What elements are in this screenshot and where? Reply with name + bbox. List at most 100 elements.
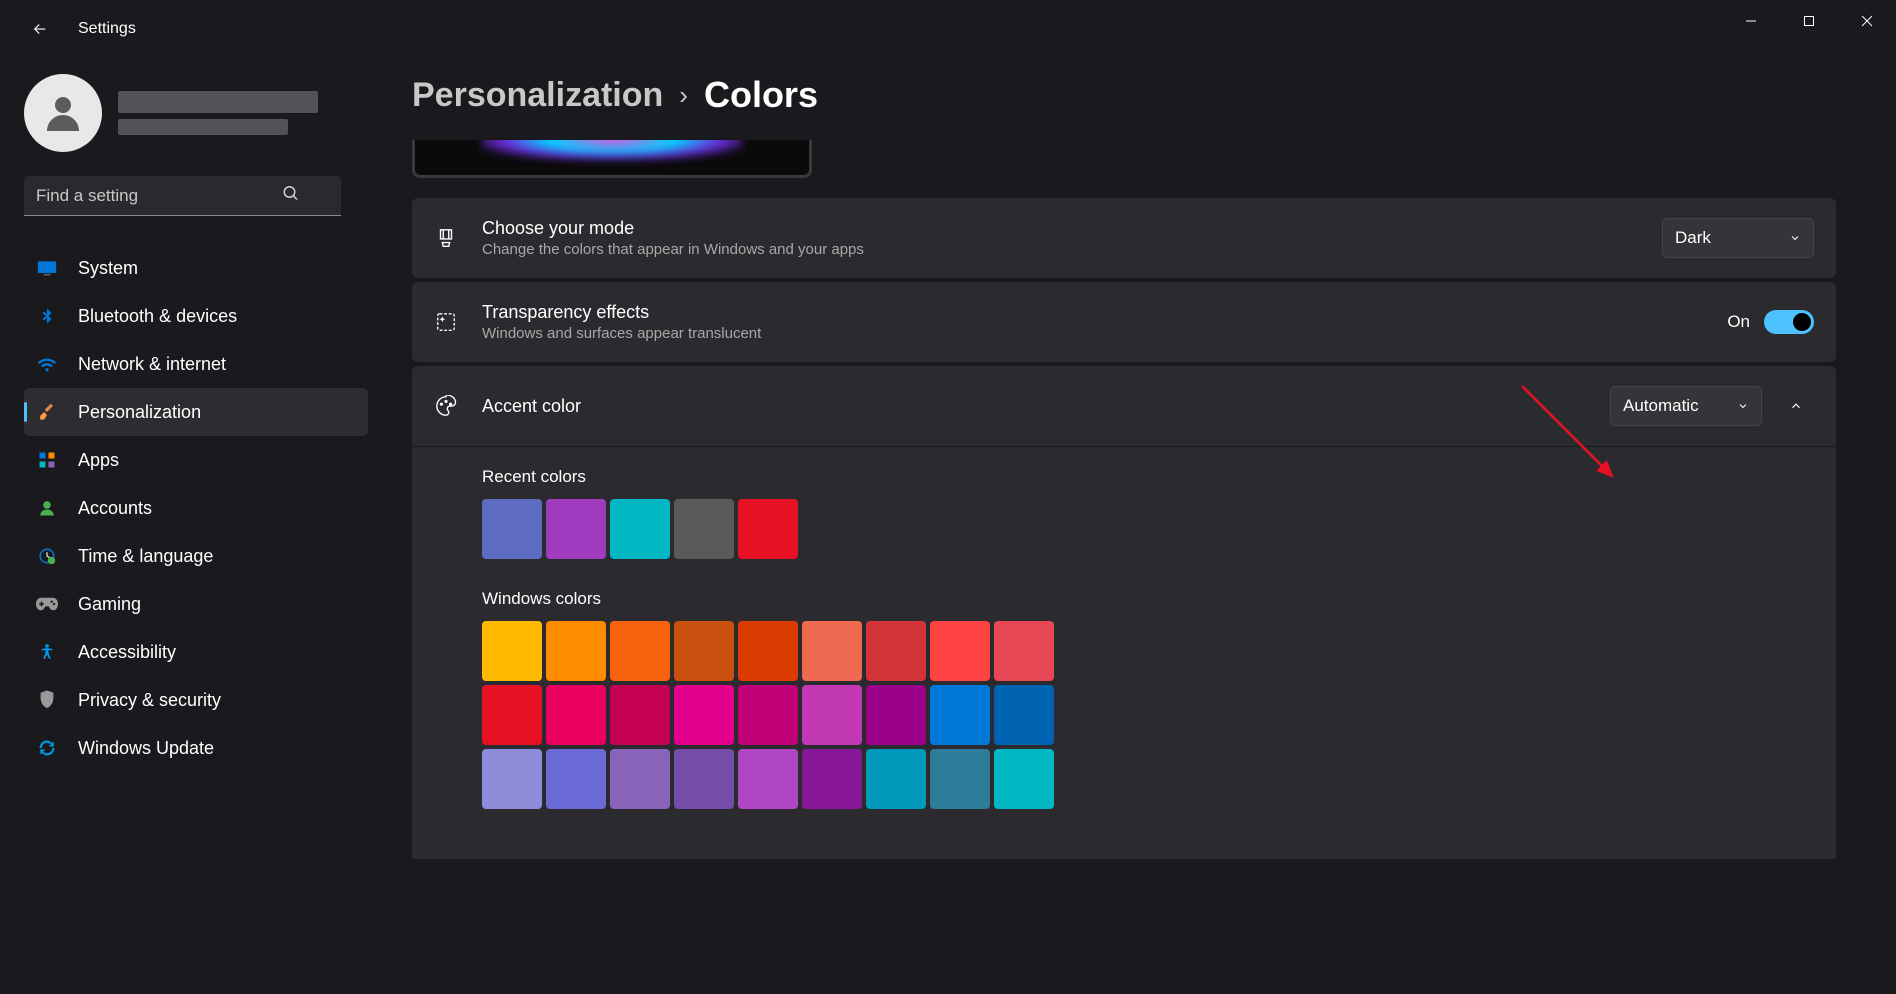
sidebar-item-label: Gaming <box>78 594 141 615</box>
app-title: Settings <box>78 20 136 38</box>
mode-title: Choose your mode <box>482 218 1662 239</box>
accent-color-card[interactable]: Accent color Automatic <box>412 366 1836 446</box>
breadcrumb-current: Colors <box>704 74 818 116</box>
sidebar-item-wifi[interactable]: Network & internet <box>24 340 368 388</box>
color-swatch[interactable] <box>738 499 798 559</box>
color-swatch[interactable] <box>930 621 990 681</box>
chevron-down-icon <box>1789 232 1801 244</box>
color-swatch[interactable] <box>674 749 734 809</box>
sidebar-item-gaming[interactable]: Gaming <box>24 580 368 628</box>
wifi-icon <box>36 353 58 375</box>
color-swatch[interactable] <box>802 749 862 809</box>
color-swatch[interactable] <box>674 685 734 745</box>
breadcrumb-parent[interactable]: Personalization <box>412 76 663 115</box>
sidebar-item-privacy[interactable]: Privacy & security <box>24 676 368 724</box>
time-icon <box>36 545 58 567</box>
sidebar-item-label: System <box>78 258 138 279</box>
recent-colors-label: Recent colors <box>482 467 1814 487</box>
color-swatch[interactable] <box>610 621 670 681</box>
privacy-icon <box>36 689 58 711</box>
accessibility-icon <box>36 641 58 663</box>
collapse-button[interactable] <box>1778 388 1814 424</box>
color-swatch[interactable] <box>738 621 798 681</box>
sidebar-item-label: Time & language <box>78 546 213 567</box>
profile-email-redacted <box>118 119 288 135</box>
sidebar-item-update[interactable]: Windows Update <box>24 724 368 772</box>
transparency-card[interactable]: Transparency effects Windows and surface… <box>412 282 1836 362</box>
sparkle-icon <box>434 310 458 334</box>
chevron-down-icon <box>1737 400 1749 412</box>
avatar <box>24 74 102 152</box>
profile-name-redacted <box>118 91 318 113</box>
sidebar-item-accessibility[interactable]: Accessibility <box>24 628 368 676</box>
color-swatch[interactable] <box>610 749 670 809</box>
color-swatch[interactable] <box>674 621 734 681</box>
color-swatch[interactable] <box>482 685 542 745</box>
sidebar-item-label: Accessibility <box>78 642 176 663</box>
color-swatch[interactable] <box>546 685 606 745</box>
windows-colors-label: Windows colors <box>482 589 1814 609</box>
color-swatch[interactable] <box>994 621 1054 681</box>
sidebar-item-label: Bluetooth & devices <box>78 306 237 327</box>
accent-title: Accent color <box>482 396 1610 417</box>
transparency-subtitle: Windows and surfaces appear translucent <box>482 325 1727 342</box>
sidebar-item-label: Windows Update <box>78 738 214 759</box>
system-icon <box>36 257 58 279</box>
mode-dropdown[interactable]: Dark <box>1662 218 1814 258</box>
search-icon <box>282 185 300 208</box>
mode-card[interactable]: Choose your mode Change the colors that … <box>412 198 1836 278</box>
color-swatch[interactable] <box>994 749 1054 809</box>
color-swatch[interactable] <box>482 499 542 559</box>
color-swatch[interactable] <box>546 749 606 809</box>
apps-icon <box>36 449 58 471</box>
color-swatch[interactable] <box>866 685 926 745</box>
gaming-icon <box>36 593 58 615</box>
brush-icon <box>36 401 58 423</box>
color-swatch[interactable] <box>994 685 1054 745</box>
transparency-title: Transparency effects <box>482 302 1727 323</box>
color-swatch[interactable] <box>802 621 862 681</box>
chevron-right-icon: › <box>679 80 688 111</box>
sidebar-item-accounts[interactable]: Accounts <box>24 484 368 532</box>
color-swatch[interactable] <box>482 621 542 681</box>
sidebar-item-apps[interactable]: Apps <box>24 436 368 484</box>
accounts-icon <box>36 497 58 519</box>
sidebar-item-label: Network & internet <box>78 354 226 375</box>
sidebar-item-bluetooth[interactable]: Bluetooth & devices <box>24 292 368 340</box>
color-swatch[interactable] <box>482 749 542 809</box>
color-swatch[interactable] <box>546 499 606 559</box>
color-swatch[interactable] <box>738 749 798 809</box>
bluetooth-icon <box>36 305 58 327</box>
minimize-button[interactable] <box>1722 0 1780 42</box>
color-swatch[interactable] <box>738 685 798 745</box>
sidebar-item-system[interactable]: System <box>24 244 368 292</box>
sidebar-item-label: Apps <box>78 450 119 471</box>
maximize-button[interactable] <box>1780 0 1838 42</box>
color-swatch[interactable] <box>610 499 670 559</box>
sidebar-item-brush[interactable]: Personalization <box>24 388 368 436</box>
theme-preview <box>412 140 812 178</box>
toggle-state-label: On <box>1727 312 1750 332</box>
color-swatch[interactable] <box>866 621 926 681</box>
breadcrumb: Personalization › Colors <box>412 74 1836 116</box>
sidebar-item-label: Personalization <box>78 402 201 423</box>
update-icon <box>36 737 58 759</box>
brush-icon <box>434 226 458 250</box>
sidebar-item-time[interactable]: Time & language <box>24 532 368 580</box>
transparency-toggle[interactable] <box>1764 310 1814 334</box>
color-swatch[interactable] <box>802 685 862 745</box>
sidebar-item-label: Privacy & security <box>78 690 221 711</box>
color-swatch[interactable] <box>866 749 926 809</box>
close-button[interactable] <box>1838 0 1896 42</box>
color-swatch[interactable] <box>674 499 734 559</box>
accent-expanded-panel: Recent colors Windows colors <box>412 446 1836 859</box>
user-profile[interactable] <box>24 74 368 152</box>
color-swatch[interactable] <box>930 749 990 809</box>
accent-dropdown[interactable]: Automatic <box>1610 386 1762 426</box>
color-swatch[interactable] <box>610 685 670 745</box>
color-swatch[interactable] <box>546 621 606 681</box>
palette-icon <box>434 394 458 418</box>
color-swatch[interactable] <box>930 685 990 745</box>
mode-subtitle: Change the colors that appear in Windows… <box>482 241 1662 258</box>
back-button[interactable] <box>24 13 56 45</box>
